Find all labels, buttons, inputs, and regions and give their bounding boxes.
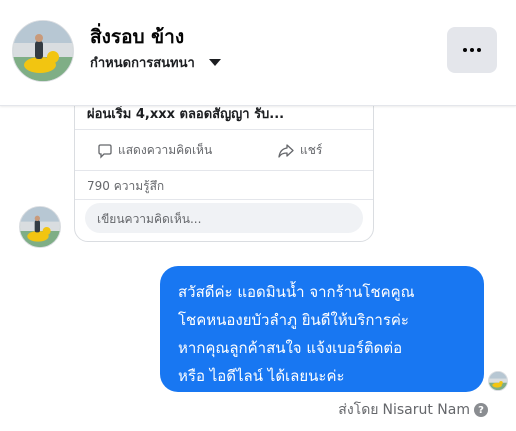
- page-title[interactable]: สิ่งรอบ ข้าง: [90, 22, 184, 52]
- comment-icon: [98, 143, 112, 159]
- share-icon: [278, 143, 294, 158]
- help-icon[interactable]: ?: [474, 403, 488, 417]
- shared-post-text: ผ่อนเริ่ม 4,xxx ตลอดสัญญา รับ...: [87, 107, 285, 122]
- duck-photo-icon: [20, 207, 60, 247]
- share-action[interactable]: แชร์: [277, 141, 322, 160]
- conversation-header: สิ่งรอบ ข้าง กำหนดการสนทนา: [0, 0, 516, 106]
- reaction-count[interactable]: 790 ความรู้สึก: [87, 177, 164, 196]
- page-avatar[interactable]: [12, 20, 74, 82]
- message-line: หรือ ไอดีไลน์ ได้เลยนะค่ะ: [178, 367, 345, 385]
- conversation-settings-dropdown[interactable]: กำหนดการสนทนา: [90, 52, 221, 73]
- sent-by-label: ส่งโดย: [338, 402, 379, 418]
- caret-down-icon: [208, 59, 221, 66]
- card-divider: [75, 199, 373, 200]
- seen-indicator-avatar: [488, 371, 508, 391]
- comment-action[interactable]: แสดงความคิดเห็น: [97, 141, 212, 160]
- share-action-label: แชร์: [300, 143, 323, 157]
- message-bubble[interactable]: สวัสดีค่ะ แอดมินน้ำ จากร้านโชคคูณ โชคหนอ…: [160, 266, 484, 392]
- post-actions-bar: แสดงความคิดเห็น แชร์: [75, 129, 373, 171]
- sender-name[interactable]: Nisarut Nam: [383, 402, 471, 418]
- message-line: สวัสดีค่ะ แอดมินน้ำ จากร้านโชคคูณ: [178, 283, 415, 301]
- duck-photo-icon: [489, 372, 507, 390]
- more-options-button[interactable]: [447, 27, 497, 73]
- comment-action-label: แสดงความคิดเห็น: [118, 143, 213, 157]
- conversation-settings-label: กำหนดการสนทนา: [90, 56, 195, 71]
- sender-page-avatar: [19, 206, 61, 248]
- message-line: หากคุณลูกค้าสนใจ แจ้งเบอร์ติดต่อ: [178, 339, 403, 357]
- comment-input[interactable]: เขียนความคิดเห็น...: [85, 203, 363, 233]
- duck-photo-icon: [13, 21, 73, 81]
- sent-by-row: ส่งโดย Nisarut Nam ?: [338, 399, 488, 421]
- message-line: โชคหนองยบัวลำภู ยินดีให้บริการค่ะ: [178, 311, 409, 329]
- more-horizontal-icon: [463, 48, 481, 52]
